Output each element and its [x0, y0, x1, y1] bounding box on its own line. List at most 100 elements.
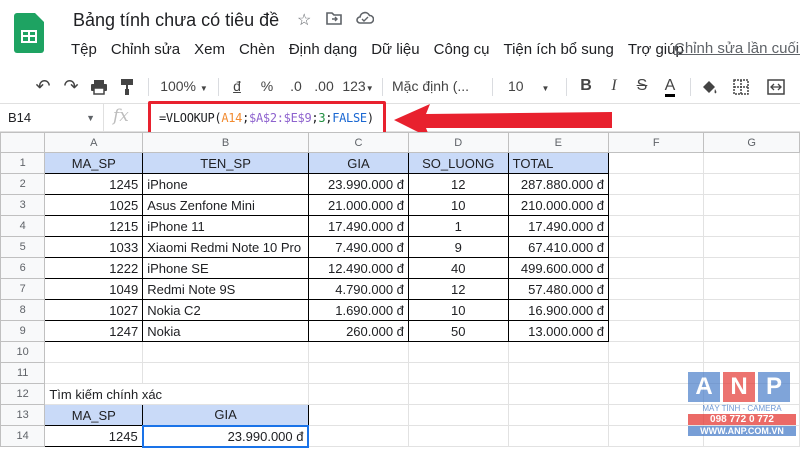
- cell[interactable]: [608, 173, 705, 195]
- header-cell[interactable]: MA_SP: [44, 152, 144, 174]
- cell[interactable]: [407, 404, 509, 426]
- data-cell[interactable]: 1215: [44, 215, 144, 237]
- column-header[interactable]: C: [307, 132, 409, 153]
- data-cell[interactable]: 499.600.000 đ: [507, 257, 610, 279]
- cell[interactable]: [703, 257, 800, 279]
- increase-decimal-button[interactable]: .00: [310, 68, 338, 104]
- cell[interactable]: [407, 383, 509, 405]
- cell[interactable]: [44, 341, 144, 363]
- column-header[interactable]: B: [142, 132, 309, 153]
- cell[interactable]: [608, 299, 705, 321]
- star-icon[interactable]: ☆: [297, 11, 311, 31]
- select-all-corner[interactable]: [0, 132, 46, 153]
- zoom-select[interactable]: 100% ▼: [156, 68, 212, 104]
- data-cell[interactable]: iPhone: [142, 173, 309, 195]
- lookup-header-cell[interactable]: MA_SP: [44, 404, 144, 426]
- menu-item-3[interactable]: Chèn: [232, 39, 282, 61]
- cell[interactable]: [507, 341, 610, 363]
- cell[interactable]: [407, 362, 509, 384]
- undo-icon[interactable]: ↶: [32, 68, 54, 104]
- menu-item-2[interactable]: Xem: [187, 39, 232, 61]
- data-cell[interactable]: 287.880.000 đ: [507, 173, 610, 195]
- cell[interactable]: [307, 425, 409, 447]
- cell[interactable]: [507, 362, 610, 384]
- formula-input[interactable]: =VLOOKUP(A14;$A$2:$E$9;3;FALSE): [148, 101, 386, 135]
- data-cell[interactable]: 1049: [44, 278, 144, 300]
- fill-color-icon[interactable]: [698, 68, 720, 104]
- row-header[interactable]: 1: [0, 152, 46, 174]
- redo-icon[interactable]: ↷: [60, 68, 82, 104]
- cell[interactable]: [703, 320, 800, 342]
- data-cell[interactable]: 57.480.000 đ: [507, 278, 610, 300]
- cell[interactable]: [307, 362, 409, 384]
- menu-item-7[interactable]: Tiện ích bổ sung: [496, 39, 620, 61]
- cell[interactable]: [142, 362, 309, 384]
- cell[interactable]: [507, 383, 610, 405]
- cell[interactable]: [703, 194, 800, 216]
- cell[interactable]: [608, 341, 705, 363]
- cloud-status-icon[interactable]: [356, 11, 375, 31]
- font-select[interactable]: Mặc định (... ▼: [392, 68, 478, 129]
- data-cell[interactable]: iPhone 11: [142, 215, 309, 237]
- header-cell[interactable]: GIA: [307, 152, 409, 174]
- cell[interactable]: [703, 173, 800, 195]
- data-cell[interactable]: 13.000.000 đ: [507, 320, 610, 342]
- cell[interactable]: [608, 152, 705, 174]
- menu-item-1[interactable]: Chỉnh sửa: [104, 39, 187, 61]
- cell[interactable]: [142, 341, 309, 363]
- column-header[interactable]: E: [507, 132, 610, 153]
- cell[interactable]: [307, 341, 409, 363]
- data-cell[interactable]: iPhone SE: [142, 257, 309, 279]
- menu-item-0[interactable]: Tệp: [64, 39, 104, 61]
- data-cell[interactable]: 16.900.000 đ: [507, 299, 610, 321]
- data-cell[interactable]: Nokia: [142, 320, 309, 342]
- data-cell[interactable]: 210.000.000 đ: [507, 194, 610, 216]
- merge-icon[interactable]: [762, 68, 790, 104]
- cell[interactable]: [307, 404, 409, 426]
- cell[interactable]: [703, 152, 800, 174]
- row-header[interactable]: 2: [0, 173, 46, 195]
- data-cell[interactable]: Xiaomi Redmi Note 10 Pro: [142, 236, 309, 258]
- cell[interactable]: [703, 341, 800, 363]
- font-size-select[interactable]: 10 ▼: [500, 68, 550, 104]
- name-box[interactable]: B14 ▼: [0, 104, 104, 132]
- lookup-key-cell[interactable]: 1245: [44, 425, 144, 447]
- cell[interactable]: [703, 215, 800, 237]
- data-cell[interactable]: 17.490.000 đ: [507, 215, 610, 237]
- decrease-decimal-button[interactable]: .0: [284, 68, 308, 104]
- cell[interactable]: [407, 341, 509, 363]
- column-header[interactable]: D: [407, 132, 509, 153]
- lookup-result-cell[interactable]: 23.990.000 đ: [141, 424, 310, 448]
- data-cell[interactable]: 12: [407, 278, 509, 300]
- column-header[interactable]: A: [44, 132, 144, 153]
- row-header[interactable]: 6: [0, 257, 46, 279]
- data-cell[interactable]: 12: [407, 173, 509, 195]
- data-cell[interactable]: Nokia C2: [142, 299, 309, 321]
- row-header[interactable]: 11: [0, 362, 46, 384]
- data-cell[interactable]: 21.000.000 đ: [307, 194, 409, 216]
- row-header[interactable]: 12: [0, 383, 46, 405]
- cell[interactable]: [44, 362, 144, 384]
- cell[interactable]: [507, 425, 610, 447]
- data-cell[interactable]: 1027: [44, 299, 144, 321]
- data-cell[interactable]: 12.490.000 đ: [307, 257, 409, 279]
- data-cell[interactable]: 1: [407, 215, 509, 237]
- data-cell[interactable]: 1033: [44, 236, 144, 258]
- cell[interactable]: [608, 236, 705, 258]
- data-cell[interactable]: 1.690.000 đ: [307, 299, 409, 321]
- percent-button[interactable]: %: [256, 68, 278, 104]
- row-header[interactable]: 9: [0, 320, 46, 342]
- data-cell[interactable]: Asus Zenfone Mini: [142, 194, 309, 216]
- cell[interactable]: [608, 215, 705, 237]
- header-cell[interactable]: TEN_SP: [142, 152, 309, 174]
- menu-item-5[interactable]: Dữ liệu: [364, 39, 426, 61]
- more-formats-select[interactable]: 123▼: [340, 68, 376, 104]
- data-cell[interactable]: 9: [407, 236, 509, 258]
- menu-item-6[interactable]: Công cụ: [427, 39, 497, 61]
- row-header[interactable]: 4: [0, 215, 46, 237]
- cell[interactable]: [608, 257, 705, 279]
- strikethrough-button[interactable]: S: [632, 68, 652, 104]
- data-cell[interactable]: 50: [407, 320, 509, 342]
- menu-item-4[interactable]: Định dạng: [282, 39, 364, 61]
- data-cell[interactable]: 260.000 đ: [307, 320, 409, 342]
